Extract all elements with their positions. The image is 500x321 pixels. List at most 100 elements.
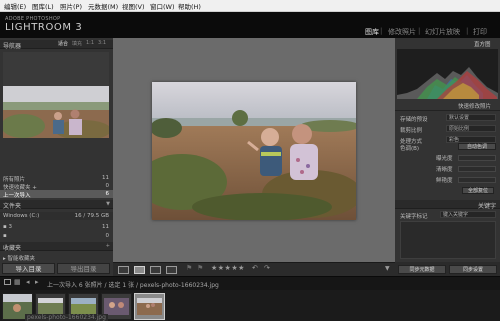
sync-metadata-button[interactable]: 同步元数据 (398, 265, 446, 274)
collections-header[interactable]: 收藏夹 + (0, 242, 113, 252)
folder-row-content: ▪ (3, 233, 7, 239)
collections-title: 收藏夹 (3, 245, 22, 252)
collapse-triangle-icon[interactable]: ▼ (106, 201, 110, 207)
sync-settings-button[interactable]: 同步设置 (449, 265, 497, 274)
folder-row-label: 3 (8, 224, 12, 230)
filmstrip-thumbnail-selected[interactable] (134, 293, 165, 320)
folder-row[interactable]: ▪ 3 11 (0, 223, 113, 231)
catalog-row-count: 6 (105, 191, 110, 197)
tone-label: 色调(B) (400, 146, 420, 152)
menu-photo[interactable]: 照片(P) (60, 1, 82, 11)
exposure-label: 曝光度 (436, 156, 453, 162)
collection-row-label: 智能收藏夹 (7, 256, 36, 262)
reset-all-button[interactable]: 全部复位 (462, 187, 494, 194)
saved-preset-label: 存储的预设 (400, 117, 428, 123)
plus-icon[interactable]: + (106, 243, 110, 249)
grid-view-icon[interactable] (118, 266, 129, 274)
folder-row-count: 0 (105, 233, 110, 239)
survey-view-icon[interactable] (166, 266, 177, 274)
keyword-textarea[interactable] (400, 221, 496, 259)
module-separator: | (466, 27, 469, 35)
catalog-row-count: 0 (105, 183, 110, 189)
module-separator: | (380, 27, 383, 35)
crop-ratio-select[interactable]: 原始比例 (446, 125, 496, 132)
module-develop[interactable]: 修改照片 (388, 27, 416, 37)
secondary-display-icon[interactable] (4, 279, 11, 285)
clarity-label: 清晰度 (436, 167, 453, 173)
back-arrow-icon[interactable]: ◂ (26, 278, 30, 286)
collection-set-icon: ▸ (3, 256, 6, 262)
quick-develop-title: 快速修改照片 (458, 104, 492, 110)
rotate-left-icon[interactable]: ↶ (252, 264, 258, 272)
volume-label: Windows (C:) (3, 213, 40, 219)
navigator-title: 导航器 (3, 43, 22, 50)
menu-metadata[interactable]: 元数据(M) (88, 1, 118, 11)
module-library[interactable]: 图库 (365, 27, 379, 37)
folder-icon: ▪ (3, 224, 7, 230)
collection-row-smart[interactable]: ▸ 智能收藏夹 (0, 253, 113, 262)
navigator-preview-image (1, 52, 111, 140)
vibrance-stepper[interactable] (458, 177, 496, 183)
catalog-row-count: 11 (102, 175, 109, 181)
folders-title: 文件夹 (3, 203, 22, 210)
catalog-row-all-photos[interactable]: 所有照片 11 (0, 174, 113, 183)
grid-icon[interactable]: ▦ (14, 278, 21, 286)
keyword-tags-label: 关键字标记 (400, 214, 428, 220)
menu-window[interactable]: 窗口(W) (150, 1, 175, 11)
star-rating[interactable]: ★★★★★ (211, 264, 245, 272)
histogram-title: 直方图 (474, 42, 491, 48)
clarity-stepper[interactable] (458, 166, 496, 172)
menu-edit[interactable]: 编辑(E) (4, 1, 26, 11)
saved-preset-select[interactable]: 默认设置 (446, 114, 496, 121)
menu-view[interactable]: 视图(V) (122, 1, 145, 11)
collection-row-content: ▸ 智能收藏夹 (3, 254, 35, 262)
folder-row-count: 11 (102, 224, 109, 230)
filmstrip-source-path[interactable]: 上一次导入 6 张照片 / 选定 1 张 / pexels-photo-1660… (47, 280, 219, 289)
treatment-select[interactable]: 彩色 (446, 136, 496, 143)
import-button[interactable]: 导入目录 (2, 263, 55, 274)
lightroom-window: 编辑(E) 图库(L) 照片(P) 元数据(M) 视图(V) 窗口(W) 帮助(… (0, 0, 500, 321)
auto-tone-button[interactable]: 自动色调 (458, 143, 496, 150)
brand-title: LIGHTROOM 3 (5, 22, 83, 33)
navigator-header[interactable]: 导航器 (0, 40, 113, 50)
flag-icon[interactable]: ⚑ (186, 264, 192, 272)
folders-header[interactable]: 文件夹 ▼ (0, 200, 113, 210)
reject-flag-icon[interactable]: ⚑ (197, 264, 203, 272)
navigator-preview[interactable] (1, 52, 111, 140)
menu-help[interactable]: 帮助(H) (178, 1, 201, 11)
menu-library[interactable]: 图库(L) (32, 1, 54, 11)
histogram (397, 49, 498, 99)
menubar: 编辑(E) 图库(L) 照片(P) 元数据(M) 视图(V) 窗口(W) 帮助(… (0, 0, 500, 12)
main-photo-image (137, 82, 362, 221)
module-slideshow[interactable]: 幻灯片放映 (425, 27, 460, 37)
vibrance-label: 鲜艳度 (436, 178, 453, 184)
exposure-stepper[interactable] (458, 155, 496, 161)
main-photo[interactable] (137, 82, 362, 221)
forward-arrow-icon[interactable]: ▸ (35, 278, 39, 286)
zoom-3to1-tab[interactable]: 3:1 (98, 40, 106, 46)
volume-size: 16 / 79.5 GB (74, 213, 109, 219)
module-separator: | (418, 27, 421, 35)
loupe-view-icon[interactable] (134, 266, 145, 274)
histogram-graph (397, 49, 498, 99)
keywording-header[interactable]: 关键字 (395, 200, 500, 210)
export-button[interactable]: 导出目录 (57, 263, 110, 274)
zoom-fill-tab[interactable]: 填充 (72, 40, 82, 47)
thumbnail-image (135, 294, 164, 319)
keywording-title: 关键字 (477, 203, 496, 210)
module-print[interactable]: 打印 (473, 27, 487, 37)
catalog-row-quick-collection[interactable]: 快速收藏夹 + 0 (0, 182, 113, 191)
compare-view-icon[interactable] (150, 266, 161, 274)
rotate-right-icon[interactable]: ↷ (264, 264, 270, 272)
catalog-row-previous-import[interactable]: 上一次导入 6 (0, 190, 113, 199)
zoom-fit-tab[interactable]: 适合 (58, 40, 68, 47)
folder-row[interactable]: ▪ 0 (0, 232, 113, 240)
toolbar-menu-icon[interactable]: ▼ (385, 265, 390, 272)
folder-icon: ▪ (3, 233, 7, 239)
catalog-row-label: 上一次导入 (3, 193, 31, 199)
keyword-tags-select[interactable]: 键入关键字 (440, 211, 496, 218)
zoom-1to1-tab[interactable]: 1:1 (86, 40, 94, 46)
divider (395, 110, 500, 111)
folder-volume-row[interactable]: Windows (C:) 16 / 79.5 GB (0, 212, 113, 220)
folder-row-content: ▪ 3 (3, 224, 12, 230)
